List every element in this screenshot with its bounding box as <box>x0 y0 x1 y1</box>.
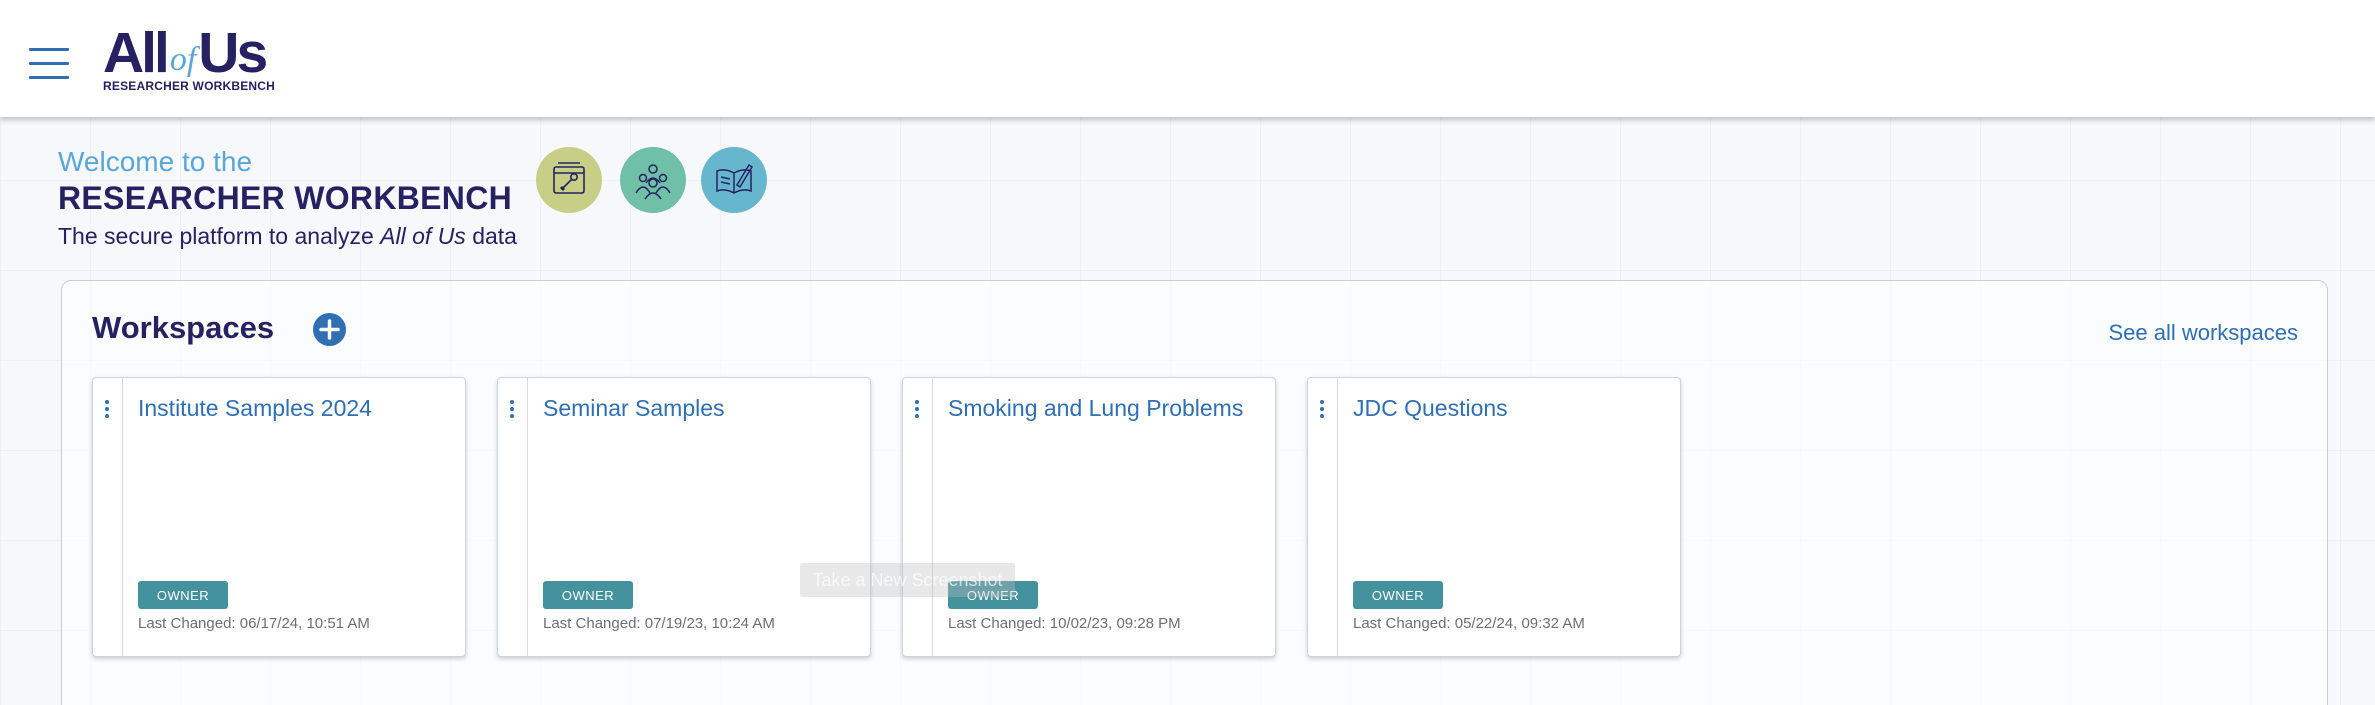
last-changed-text: Last Changed: 10/02/23, 09:28 PM <box>948 615 1181 632</box>
hamburger-menu-icon[interactable] <box>29 46 69 80</box>
owner-badge: OWNER <box>138 581 228 609</box>
workspaces-title: Workspaces <box>92 310 275 345</box>
tagline-suffix: data <box>465 223 517 249</box>
welcome-tagline: The secure platform to analyze All of Us… <box>58 221 517 251</box>
workspace-card[interactable]: Seminar Samples OWNER Last Changed: 07/1… <box>497 377 871 657</box>
logo-of: of <box>169 41 197 78</box>
tagline-all-of-us: All of Us <box>380 223 466 249</box>
app-header: AllofUs RESEARCHER WORKBENCH <box>0 0 2375 117</box>
card-menu-icon[interactable] <box>498 378 528 656</box>
screenshot-tooltip: Take a New Screenshot <box>800 563 1015 597</box>
logo-us: Us <box>198 21 268 85</box>
workspace-card[interactable]: JDC Questions OWNER Last Changed: 05/22/… <box>1307 377 1681 657</box>
last-changed-text: Last Changed: 05/22/24, 09:32 AM <box>1353 615 1585 632</box>
create-workspace-button[interactable] <box>313 313 346 346</box>
owner-badge: OWNER <box>543 581 633 609</box>
toolbox-icon <box>536 147 602 213</box>
card-menu-icon[interactable] <box>903 378 933 656</box>
tagline-prefix: The secure platform to analyze <box>58 223 381 249</box>
logo-wordmark: AllofUs <box>103 21 268 85</box>
last-changed-text: Last Changed: 07/19/23, 10:24 AM <box>543 615 775 632</box>
all-of-us-logo[interactable]: AllofUs RESEARCHER WORKBENCH <box>103 24 303 94</box>
book-pencil-icon <box>701 147 767 213</box>
workspace-name-link[interactable]: JDC Questions <box>1353 393 1663 423</box>
card-menu-icon[interactable] <box>93 378 123 656</box>
workspace-name-link[interactable]: Smoking and Lung Problems <box>948 393 1258 423</box>
welcome-heading: RESEARCHER WORKBENCH <box>58 180 513 216</box>
workspace-card[interactable]: Smoking and Lung Problems OWNER Last Cha… <box>902 377 1276 657</box>
workspace-card[interactable]: Institute Samples 2024 OWNER Last Change… <box>92 377 466 657</box>
see-all-workspaces-link[interactable]: See all workspaces <box>2108 320 2298 346</box>
workspace-name-link[interactable]: Institute Samples 2024 <box>138 393 448 423</box>
logo-all: All <box>103 21 170 85</box>
workspace-name-link[interactable]: Seminar Samples <box>543 393 853 423</box>
welcome-intro: Welcome to the <box>58 146 253 177</box>
last-changed-text: Last Changed: 06/17/24, 10:51 AM <box>138 615 370 632</box>
plus-circle-icon <box>319 319 340 340</box>
card-menu-icon[interactable] <box>1308 378 1338 656</box>
owner-badge: OWNER <box>1353 581 1443 609</box>
welcome-block: Welcome to the RESEARCHER WORKBENCH The … <box>58 146 517 251</box>
people-group-icon <box>620 147 686 213</box>
logo-subtitle: RESEARCHER WORKBENCH <box>103 79 276 93</box>
